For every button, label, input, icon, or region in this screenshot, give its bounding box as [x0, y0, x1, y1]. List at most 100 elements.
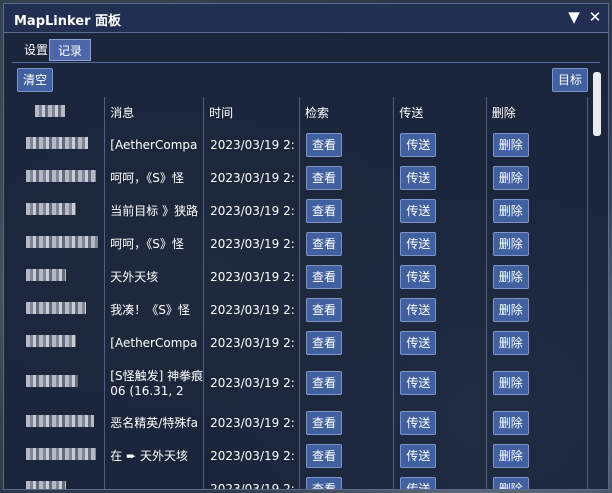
teleport-button[interactable]: 传送	[400, 231, 437, 256]
table-header: 消息 时间 检索 传送 删除	[16, 97, 588, 128]
search-cell: 查看	[299, 194, 395, 227]
teleport-button[interactable]: 传送	[400, 410, 437, 435]
delete-cell: 删除	[486, 326, 588, 359]
search-cell: 查看	[299, 227, 395, 260]
teleport-button[interactable]: 传送	[400, 297, 437, 322]
column-header-search: 检索	[299, 97, 395, 128]
view-button[interactable]: 查看	[305, 231, 342, 256]
view-button[interactable]: 查看	[305, 370, 342, 395]
delete-button[interactable]: 删除	[492, 370, 529, 395]
target-button[interactable]: 目标	[552, 68, 588, 92]
teleport-cell: 传送	[393, 227, 487, 260]
sender-cell	[16, 194, 106, 227]
message-text: 当前目标 》狭路	[110, 204, 199, 218]
teleport-button[interactable]: 传送	[400, 198, 437, 223]
time-cell: 2023/03/19 2:	[203, 293, 300, 326]
table-row: 呵呵，《S》怪 2023/03/19 2: 查看 传送 删除	[16, 161, 588, 194]
search-cell: 查看	[299, 406, 395, 439]
search-cell: 查看	[299, 359, 395, 406]
message-text-line2: 06 (16.31, 2	[110, 384, 184, 398]
delete-button[interactable]: 删除	[492, 476, 529, 489]
delete-button[interactable]: 删除	[492, 264, 529, 289]
teleport-cell: 传送	[393, 472, 487, 489]
column-header-message: 消息	[104, 97, 205, 128]
table-row: [S怪触发] 神拳痕 06 (16.31, 2 2023/03/19 2: 查看 传送 删…	[16, 359, 588, 406]
sender-cell	[16, 161, 106, 194]
delete-cell: 删除	[486, 128, 588, 161]
clear-button[interactable]: 清空	[17, 68, 53, 92]
redacted-name	[35, 105, 65, 117]
delete-cell: 删除	[486, 293, 588, 326]
delete-button[interactable]: 删除	[492, 165, 529, 190]
redacted-name	[26, 448, 96, 460]
message-cell: 天外天垓	[104, 260, 205, 293]
sender-cell	[16, 326, 106, 359]
sender-cell	[16, 260, 106, 293]
table-row: [AetherCompa 2023/03/19 2: 查看 传送 删除	[16, 128, 588, 161]
sender-cell	[16, 128, 106, 161]
teleport-button[interactable]: 传送	[400, 264, 437, 289]
view-button[interactable]: 查看	[305, 476, 342, 489]
delete-button[interactable]: 删除	[492, 198, 529, 223]
view-button[interactable]: 查看	[305, 330, 342, 355]
view-button[interactable]: 查看	[305, 132, 342, 157]
teleport-button[interactable]: 传送	[400, 370, 437, 395]
teleport-button[interactable]: 传送	[400, 132, 437, 157]
title-bar[interactable]: MapLinker 面板 ▼ ✕	[4, 4, 608, 33]
search-cell: 查看	[299, 161, 395, 194]
message-text: [AetherCompa	[110, 137, 198, 152]
delete-button[interactable]: 删除	[492, 231, 529, 256]
view-button[interactable]: 查看	[305, 165, 342, 190]
delete-button[interactable]: 删除	[492, 330, 529, 355]
scrollbar-thumb[interactable]	[593, 72, 601, 136]
table-row: 在 ➨ 天外天垓 2023/03/19 2: 查看 传送 删除	[16, 439, 588, 472]
time-cell: 2023/03/19 2:	[203, 194, 300, 227]
view-button[interactable]: 查看	[305, 443, 342, 468]
column-header-delete: 删除	[486, 97, 588, 128]
teleport-button[interactable]: 传送	[400, 476, 437, 489]
message-text: 呵呵，《S》怪	[110, 171, 184, 185]
message-cell: 在 ➨ 天外天垓	[104, 439, 205, 472]
message-text: 呵呵，《S》怪	[110, 237, 184, 251]
message-cell	[104, 472, 205, 489]
table-row: [AetherCompa 2023/03/19 2: 查看 传送 删除	[16, 326, 588, 359]
table-row: 恶名精英/特殊fa 2023/03/19 2: 查看 传送 删除	[16, 406, 588, 439]
search-cell: 查看	[299, 439, 395, 472]
column-header-teleport: 传送	[393, 97, 487, 128]
teleport-cell: 传送	[393, 128, 487, 161]
view-button[interactable]: 查看	[305, 410, 342, 435]
collapse-triangle-icon[interactable]: ▼	[565, 8, 583, 26]
search-cell: 查看	[299, 260, 395, 293]
message-cell: [AetherCompa	[104, 326, 205, 359]
scrollbar[interactable]	[593, 72, 601, 486]
view-button[interactable]: 查看	[305, 198, 342, 223]
teleport-button[interactable]: 传送	[400, 165, 437, 190]
close-x-icon[interactable]: ✕	[586, 8, 604, 26]
delete-button[interactable]: 删除	[492, 410, 529, 435]
redacted-name	[26, 375, 78, 387]
time-cell: 2023/03/19 2:	[203, 406, 300, 439]
message-cell: 呵呵，《S》怪	[104, 227, 205, 260]
view-button[interactable]: 查看	[305, 297, 342, 322]
time-cell: 2023/03/19 2:	[203, 359, 300, 406]
tab-records[interactable]: 记录	[49, 39, 91, 61]
redacted-name	[26, 415, 94, 427]
delete-button[interactable]: 删除	[492, 297, 529, 322]
teleport-button[interactable]: 传送	[400, 443, 437, 468]
teleport-cell: 传送	[393, 161, 487, 194]
message-cell: [S怪触发] 神拳痕 06 (16.31, 2	[104, 359, 205, 406]
sender-cell	[16, 293, 106, 326]
message-text: 我凑！《S》怪	[110, 303, 190, 317]
message-text: [AetherCompa	[110, 335, 198, 350]
view-button[interactable]: 查看	[305, 264, 342, 289]
table-row: 我凑！《S》怪 2023/03/19 2: 查看 传送 删除	[16, 293, 588, 326]
redacted-name	[26, 269, 66, 281]
delete-cell: 删除	[486, 194, 588, 227]
sender-cell	[16, 439, 106, 472]
delete-button[interactable]: 删除	[492, 132, 529, 157]
delete-button[interactable]: 删除	[492, 443, 529, 468]
teleport-cell: 传送	[393, 326, 487, 359]
teleport-button[interactable]: 传送	[400, 330, 437, 355]
message-text: 在 ➨ 天外天垓	[110, 449, 188, 463]
search-cell: 查看	[299, 293, 395, 326]
